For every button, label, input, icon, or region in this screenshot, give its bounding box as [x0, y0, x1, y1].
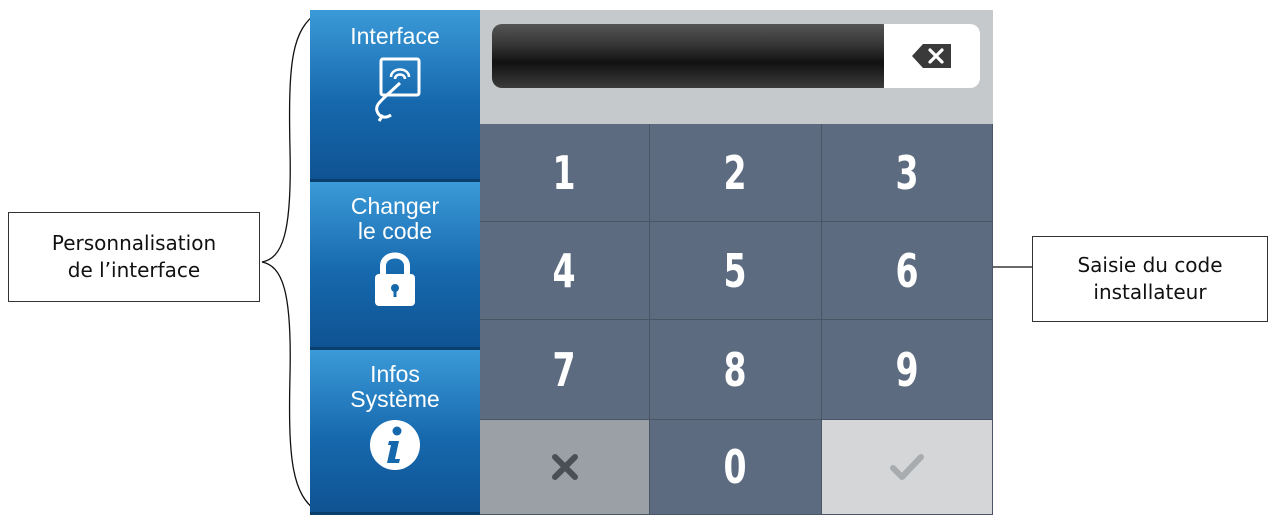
key-7[interactable]: 7: [480, 320, 650, 420]
change-code-label: Changer le code: [350, 193, 440, 244]
touch-screen-icon: [375, 57, 421, 122]
key-3[interactable]: 3: [822, 124, 993, 222]
key-6-label: 6: [895, 243, 919, 298]
interface-button[interactable]: Interface: [310, 10, 480, 182]
system-info-label: Infos Système: [350, 361, 440, 412]
callout-personnalisation-text: Personnalisation de l’interface: [51, 231, 217, 282]
key-6[interactable]: 6: [822, 222, 993, 320]
validate-button[interactable]: [822, 420, 993, 515]
callout-saisie-code-text: Saisie du code installateur: [1077, 253, 1223, 304]
system-info-button[interactable]: Infos Système: [310, 350, 480, 515]
info-icon: [370, 420, 420, 470]
callout-personnalisation: Personnalisation de l’interface: [8, 212, 260, 302]
key-9[interactable]: 9: [822, 320, 993, 420]
key-9-label: 9: [895, 342, 919, 397]
key-1-label: 1: [552, 145, 577, 200]
cross-icon: [551, 454, 578, 480]
key-8-label: 8: [723, 342, 748, 397]
padlock-icon: [375, 252, 415, 306]
cancel-button[interactable]: [480, 420, 650, 515]
interface-label: Interface: [350, 23, 440, 49]
callout-saisie-code: Saisie du code installateur: [1032, 236, 1268, 322]
key-7-label: 7: [552, 342, 577, 397]
backspace-icon: [912, 44, 951, 68]
code-display-area: [480, 10, 993, 124]
key-3-label: 3: [895, 145, 919, 200]
key-1[interactable]: 1: [480, 124, 650, 222]
numeric-keypad: 1 2 3 4 5 6 7 8 9 0: [480, 124, 993, 515]
key-0[interactable]: 0: [650, 420, 822, 515]
change-code-button[interactable]: Changer le code: [310, 182, 480, 350]
device-screen: Interface Changer le code Infos Système: [310, 10, 993, 515]
backspace-button[interactable]: [884, 24, 980, 88]
key-4-label: 4: [552, 243, 577, 298]
key-0-label: 0: [723, 440, 748, 494]
code-input-display: [492, 24, 892, 88]
key-5[interactable]: 5: [650, 222, 822, 320]
key-8[interactable]: 8: [650, 320, 822, 420]
key-2-label: 2: [723, 145, 748, 200]
checkmark-icon: [890, 454, 924, 480]
key-5-label: 5: [723, 243, 748, 298]
key-4[interactable]: 4: [480, 222, 650, 320]
key-2[interactable]: 2: [650, 124, 822, 222]
